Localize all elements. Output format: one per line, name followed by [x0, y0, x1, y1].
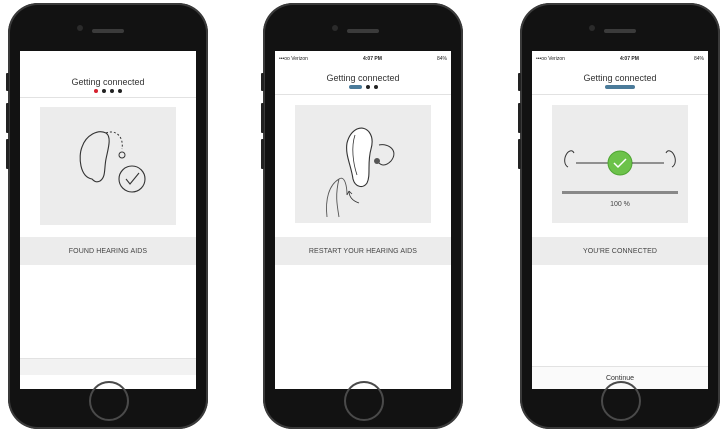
- connected-hearing-aids-icon: 100 %: [552, 105, 688, 223]
- camera: [589, 25, 595, 31]
- battery-label: 84%: [436, 56, 447, 62]
- hearing-aid-check-icon: [40, 107, 176, 225]
- step-indicator: [20, 89, 196, 93]
- phone-frame-3: •••oo Verizon 4:07 PM 84% Getting connec…: [518, 3, 720, 429]
- step-indicator: [532, 85, 708, 89]
- page-title: Getting connected: [326, 73, 400, 83]
- divider: [532, 94, 708, 95]
- volume-button: [518, 103, 521, 133]
- divider: [275, 94, 451, 95]
- step-indicator: [275, 85, 451, 89]
- battery-label: 84%: [693, 56, 704, 62]
- volume-button: [261, 73, 264, 91]
- home-button[interactable]: [344, 381, 384, 421]
- step-dot: [118, 89, 122, 93]
- step-pill: [348, 85, 362, 89]
- hand-restart-hearing-aid-icon: [295, 105, 431, 223]
- volume-button: [518, 73, 521, 91]
- bottom-bar: [20, 358, 196, 375]
- status-bar: •••oo Verizon 4:07 PM 84%: [275, 54, 451, 64]
- status-band: YOU'RE CONNECTED: [532, 237, 708, 265]
- page-title: Getting connected: [71, 77, 145, 87]
- status-band: RESTART YOUR HEARING AIDS: [275, 237, 451, 265]
- home-button[interactable]: [89, 381, 129, 421]
- progress-percent: 100 %: [610, 201, 630, 208]
- camera: [77, 25, 83, 31]
- carrier-label: •••oo Verizon: [279, 56, 308, 62]
- divider: [20, 97, 196, 98]
- phone-frame-2: •••oo Verizon 4:07 PM 84% Getting connec…: [261, 3, 463, 429]
- clock-label: 4:07 PM: [619, 56, 639, 62]
- step-dot: [365, 85, 370, 89]
- step-dot: [373, 85, 378, 89]
- volume-button: [6, 73, 9, 91]
- screen-found: Getting connected FOUND HEARING AIDS: [20, 51, 196, 389]
- volume-button: [261, 139, 264, 169]
- progress-bar: [562, 191, 678, 194]
- clock-label: 4:07 PM: [362, 56, 382, 62]
- carrier-label: •••oo Verizon: [536, 56, 565, 62]
- step-pill: [605, 85, 635, 89]
- camera: [332, 25, 338, 31]
- page-title: Getting connected: [583, 73, 657, 83]
- screen-connected: •••oo Verizon 4:07 PM 84% Getting connec…: [532, 51, 708, 389]
- step-dot: [102, 89, 106, 93]
- step-dot: [94, 89, 98, 93]
- phone-frame-1: Getting connected FOUND HEARING AIDS: [6, 3, 208, 429]
- status-band: FOUND HEARING AIDS: [20, 237, 196, 265]
- volume-button: [6, 139, 9, 169]
- status-bar: •••oo Verizon 4:07 PM 84%: [532, 54, 708, 64]
- step-dot: [110, 89, 114, 93]
- speaker: [347, 29, 379, 33]
- volume-button: [518, 139, 521, 169]
- volume-button: [6, 103, 9, 133]
- home-button[interactable]: [601, 381, 641, 421]
- screen-restart: •••oo Verizon 4:07 PM 84% Getting connec…: [275, 51, 451, 389]
- speaker: [604, 29, 636, 33]
- speaker: [92, 29, 124, 33]
- volume-button: [261, 103, 264, 133]
